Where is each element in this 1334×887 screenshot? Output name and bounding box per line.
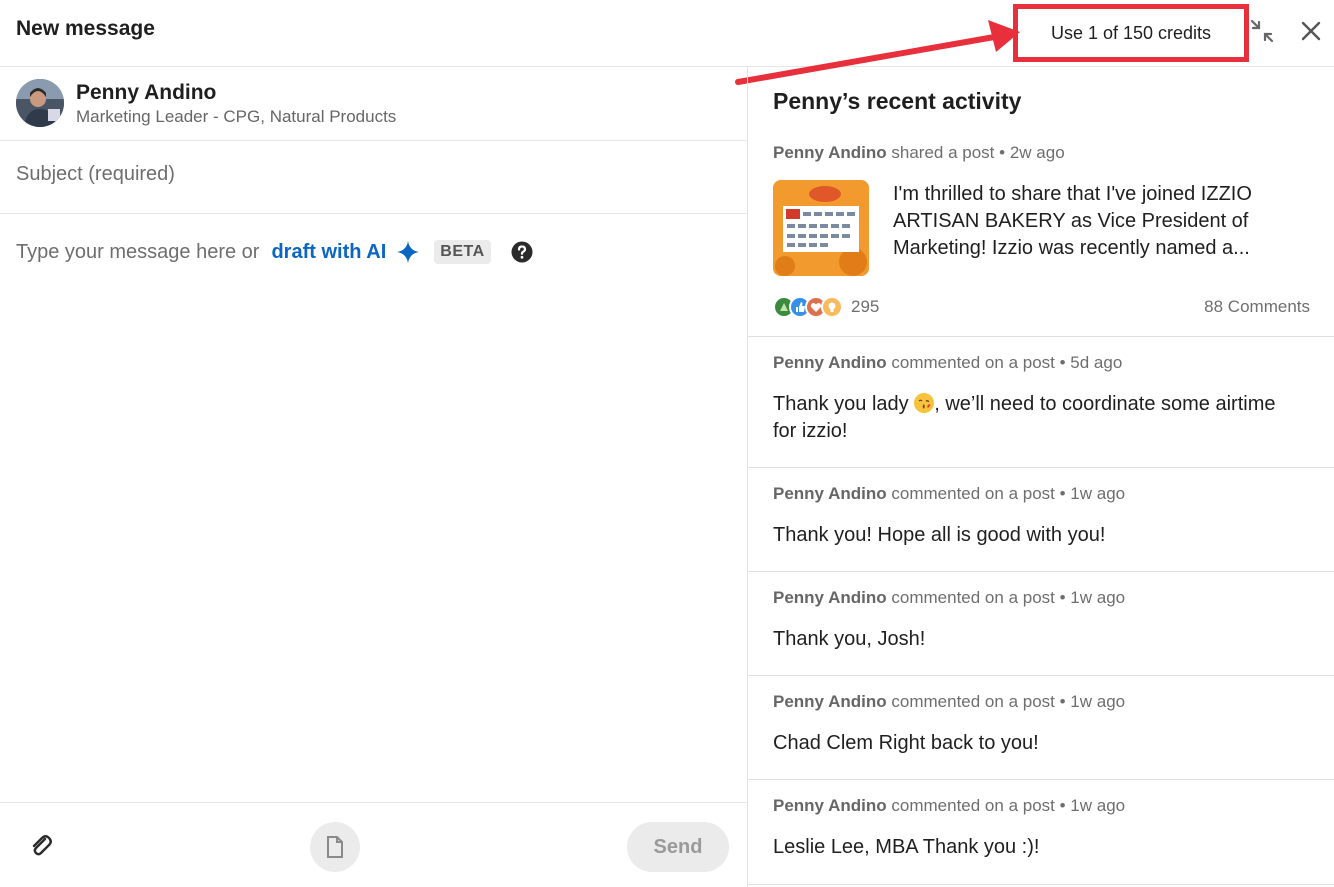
comment-author[interactable]: Penny Andino [773,588,887,607]
document-button[interactable] [310,822,360,872]
comment-time: 1w ago [1070,484,1126,503]
comment-author[interactable]: Penny Andino [773,484,887,503]
document-icon [327,836,343,858]
recipient-name[interactable]: Penny Andino [76,81,216,105]
draft-with-ai-link[interactable]: draft with AI [271,241,386,264]
recipient-headline: Marketing Leader - CPG, Natural Products [76,107,397,126]
comment-time: 1w ago [1070,588,1126,607]
post-meta: Penny Andino shared a post • 2w ago [773,143,1065,162]
paperclip-icon [32,835,52,856]
beta-badge: BETA [434,240,491,264]
comment-action: commented on a post [891,353,1055,372]
comment-author[interactable]: Penny Andino [773,796,887,815]
message-body[interactable]: Type your message here or draft with AI … [16,237,533,267]
send-button[interactable]: Send [627,822,729,872]
comment-meta: Penny Andino commented on a post • 1w ag… [773,692,1126,711]
comment-text: Leslie Lee, MBA Thank you :)! [773,836,1040,858]
message-placeholder: Type your message here or [16,240,260,263]
avatar[interactable] [16,79,64,127]
comment-meta: Penny Andino commented on a post • 1w ag… [773,796,1126,815]
comment-action: commented on a post [891,796,1055,815]
comment-action: commented on a post [891,692,1055,711]
activity-comment[interactable]: Penny Andino commented on a post • 1w ag… [748,780,1334,885]
compose-pane: Penny Andino Marketing Leader - CPG, Nat… [0,67,747,887]
header-title: New message [16,17,155,40]
comment-text: Chad Clem Right back to you! [773,732,1039,754]
activity-comment[interactable]: Penny Andino commented on a post • 1w ag… [748,468,1334,572]
comment-time: 1w ago [1070,796,1126,815]
reactions-count: 295 [851,297,880,316]
post-reactions[interactable]: 295 [773,296,879,318]
activity-pane: Penny’s recent activity Penny Andino sha… [747,67,1334,887]
comment-action: commented on a post [891,484,1055,503]
message-header: New message Use 1 of 150 credits [0,0,1334,85]
post-author[interactable]: Penny Andino [773,143,887,162]
help-icon[interactable] [511,241,533,263]
credits-indicator[interactable]: Use 1 of 150 credits [1013,4,1249,62]
comment-meta: Penny Andino commented on a post • 1w ag… [773,588,1126,607]
close-icon [1301,21,1321,41]
activity-comment[interactable]: Penny Andino commented on a post • 5d ag… [748,337,1334,468]
comment-text: Thank you lady , we’ll need to coordinat… [773,393,1276,442]
activity-comment[interactable]: Penny Andino commented on a post • 1w ag… [748,572,1334,676]
comment-time: 5d ago [1070,353,1123,372]
kissing-face-emoji-icon [914,393,935,413]
comment-text: Thank you! Hope all is good with you! [773,524,1106,546]
attach-button[interactable] [26,831,56,861]
credits-text: Use 1 of 150 credits [1050,22,1212,43]
comments-count[interactable]: 88 Comments [1204,297,1310,317]
insightful-reaction-icon [821,296,843,318]
post-time: 2w ago [1009,143,1065,162]
subject-input[interactable] [16,163,716,186]
subject-row [0,141,747,214]
comment-meta: Penny Andino commented on a post • 1w ag… [773,484,1126,503]
comment-author[interactable]: Penny Andino [773,353,887,372]
avatar-image [16,79,64,127]
comment-author[interactable]: Penny Andino [773,692,887,711]
minimize-button[interactable] [1247,16,1277,46]
activity-post[interactable]: Penny Andino shared a post • 2w ago I'm … [748,133,1334,337]
activity-comment[interactable]: Penny Andino commented on a post • 1w ag… [748,676,1334,780]
compose-footer: Send [0,802,747,887]
comment-time: 1w ago [1070,692,1126,711]
minimize-icon [1250,19,1274,43]
sparkle-icon[interactable] [396,240,420,264]
recipient-row[interactable]: Penny Andino Marketing Leader - CPG, Nat… [0,67,747,141]
comment-meta: Penny Andino commented on a post • 5d ag… [773,353,1123,372]
post-thumbnail[interactable] [773,180,869,276]
comment-text: Thank you, Josh! [773,628,926,650]
activity-title: Penny’s recent activity [773,88,1022,114]
comment-action: commented on a post [891,588,1055,607]
post-action: shared a post [891,143,995,162]
close-button[interactable] [1296,16,1326,46]
post-text[interactable]: I'm thrilled to share that I've joined I… [893,181,1313,262]
